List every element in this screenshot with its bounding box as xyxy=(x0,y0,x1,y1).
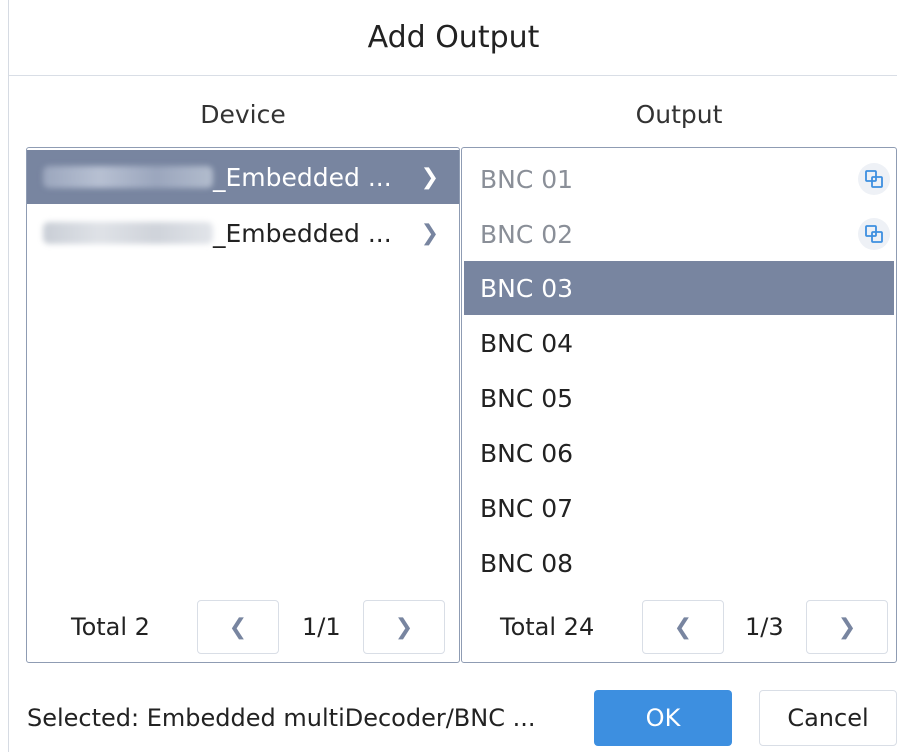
output-name: BNC 04 xyxy=(480,328,574,358)
output-list-item[interactable]: BNC 04 xyxy=(464,316,894,370)
output-list-item[interactable]: BNC 06 xyxy=(464,426,894,480)
blurred-ip-address xyxy=(43,166,213,188)
output-prev-page-button[interactable]: ❮ xyxy=(642,600,724,654)
device-name: _Embedded ... xyxy=(213,162,392,192)
blurred-ip-address xyxy=(43,222,213,244)
output-name: BNC 05 xyxy=(480,383,574,413)
device-prev-page-button[interactable]: ❮ xyxy=(197,600,279,654)
device-list-panel: _Embedded ... ❯ _Embedded ... ❯ Total 2 … xyxy=(26,147,460,663)
device-list-item[interactable]: _Embedded ... ❯ xyxy=(27,206,459,260)
dialog-title-bar: Add Output xyxy=(9,0,897,76)
output-list-item[interactable]: BNC 02 xyxy=(464,207,894,261)
output-list-item[interactable]: BNC 05 xyxy=(464,371,894,425)
output-list-item[interactable]: BNC 03 xyxy=(464,261,894,315)
dialog-title: Add Output xyxy=(367,20,540,55)
copy-link-icon[interactable] xyxy=(858,218,890,250)
output-name: BNC 08 xyxy=(480,548,574,578)
output-name: BNC 03 xyxy=(480,273,574,303)
output-next-page-button[interactable]: ❯ xyxy=(806,600,888,654)
output-column-header: Output xyxy=(635,99,723,129)
device-next-page-button[interactable]: ❯ xyxy=(363,600,445,654)
output-list-item[interactable]: BNC 01 xyxy=(464,152,894,206)
output-total: Total 24 xyxy=(500,613,595,641)
output-name: BNC 06 xyxy=(480,438,574,468)
chevron-right-icon: ❯ xyxy=(837,614,857,640)
chevron-right-icon: ❯ xyxy=(420,220,439,246)
chevron-right-icon: ❯ xyxy=(420,164,439,190)
device-list-item[interactable]: _Embedded ... ❯ xyxy=(27,150,459,204)
ok-button[interactable]: OK xyxy=(594,690,732,746)
copy-link-icon[interactable] xyxy=(858,163,890,195)
output-page-indicator: 1/3 xyxy=(745,613,784,641)
device-name: _Embedded ... xyxy=(213,218,392,248)
output-name: BNC 07 xyxy=(480,493,574,523)
device-total: Total 2 xyxy=(71,613,150,641)
output-list-panel: BNC 01 BNC 02 BNC 03 BNC 04 BNC 05 BNC 0… xyxy=(461,147,897,663)
chevron-left-icon: ❮ xyxy=(673,614,693,640)
cancel-button[interactable]: Cancel xyxy=(759,690,897,746)
output-list-item[interactable]: BNC 07 xyxy=(464,481,894,535)
device-page-indicator: 1/1 xyxy=(302,613,341,641)
chevron-left-icon: ❮ xyxy=(228,614,248,640)
selected-summary: Selected: Embedded multiDecoder/BNC ... xyxy=(27,704,536,732)
output-list-item[interactable]: BNC 08 xyxy=(464,536,894,590)
chevron-right-icon: ❯ xyxy=(394,614,414,640)
output-name: BNC 02 xyxy=(480,219,574,249)
device-column-header: Device xyxy=(200,99,286,129)
add-output-dialog: Add Output Device Output _Embedded ... ❯… xyxy=(8,0,897,752)
output-name: BNC 01 xyxy=(480,164,574,194)
